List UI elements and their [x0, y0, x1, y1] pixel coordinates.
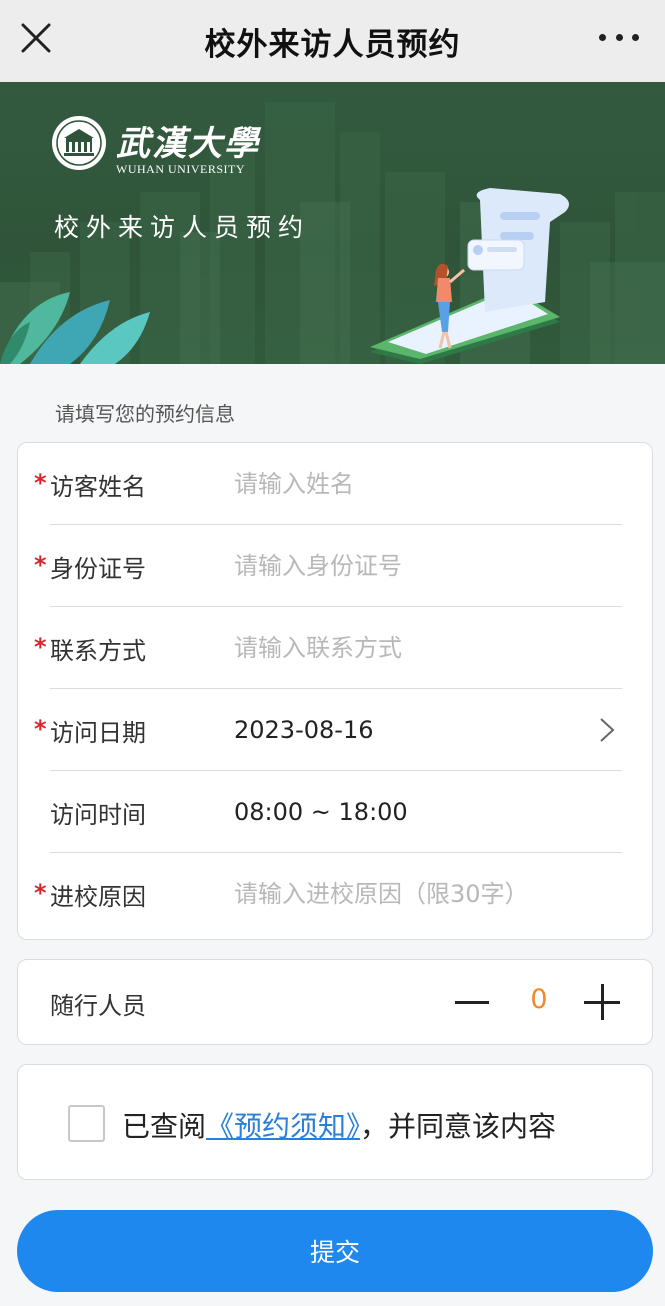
university-emblem-icon: [52, 116, 106, 170]
row-label: 访问日期: [50, 718, 146, 747]
required-mark: *: [34, 879, 47, 907]
companions-card: 随行人员 0: [17, 959, 653, 1045]
id-number-input[interactable]: [234, 552, 614, 580]
contact-input[interactable]: [234, 634, 614, 662]
booking-notice-link[interactable]: 《预约须知》: [206, 1110, 360, 1143]
agreement-text: 已查阅《预约须知》，并同意该内容: [122, 1105, 556, 1145]
required-mark: *: [34, 469, 47, 497]
row-entry-reason: * 进校原因: [18, 853, 654, 935]
agreement-card: 已查阅《预约须知》，并同意该内容: [17, 1064, 653, 1180]
university-logo-text: 武漢大學: [116, 124, 260, 164]
increase-companions-button[interactable]: [582, 982, 622, 1022]
row-label: 访客姓名: [50, 472, 146, 501]
page-title: 校外来访人员预约: [204, 26, 461, 63]
agreement-checkbox[interactable]: [68, 1105, 105, 1142]
row-id-number: * 身份证号: [18, 525, 654, 607]
banner-title: 校外来访人员预约: [54, 213, 311, 242]
required-mark: *: [34, 551, 47, 579]
companions-label: 随行人员: [50, 992, 146, 1020]
agreement-prefix: 已查阅: [122, 1110, 207, 1143]
required-mark: *: [34, 633, 47, 661]
visitor-form-card: * 访客姓名 * 身份证号 * 联系方式 * 访问日期 2023-08-16 访…: [17, 442, 653, 940]
visit-time-value: 08:00 ~ 18:00: [234, 798, 408, 826]
required-mark: *: [34, 715, 47, 743]
row-visitor-name: * 访客姓名: [18, 443, 654, 525]
submit-button[interactable]: 提交: [17, 1210, 653, 1292]
entry-reason-input[interactable]: [234, 880, 614, 908]
university-logo-english: WUHAN UNIVERSITY: [116, 162, 245, 176]
row-visit-time: 访问时间 08:00 ~ 18:00: [18, 771, 654, 853]
visitor-name-input[interactable]: [234, 470, 614, 498]
companions-count: 0: [530, 984, 548, 1015]
phone-illustration: [370, 188, 569, 364]
row-label: 联系方式: [50, 636, 146, 665]
top-navbar: 校外来访人员预约: [0, 0, 665, 82]
visit-date-value[interactable]: 2023-08-16: [234, 716, 373, 744]
chevron-right-icon[interactable]: [598, 716, 616, 744]
close-icon[interactable]: [20, 22, 52, 54]
row-label: 身份证号: [50, 554, 146, 583]
header-banner: 武漢大學 WUHAN UNIVERSITY 校外来访人员预约: [0, 82, 665, 364]
row-contact: * 联系方式: [18, 607, 654, 689]
leaves-decoration: [0, 292, 150, 364]
decrease-companions-button[interactable]: [452, 984, 492, 1020]
section-hint: 请填写您的预约信息: [55, 402, 235, 426]
row-label: 访问时间: [50, 800, 146, 829]
row-label: 进校原因: [50, 882, 146, 911]
agreement-suffix: ，并同意该内容: [360, 1110, 557, 1143]
row-visit-date[interactable]: * 访问日期 2023-08-16: [18, 689, 654, 771]
more-icon[interactable]: [599, 26, 639, 48]
